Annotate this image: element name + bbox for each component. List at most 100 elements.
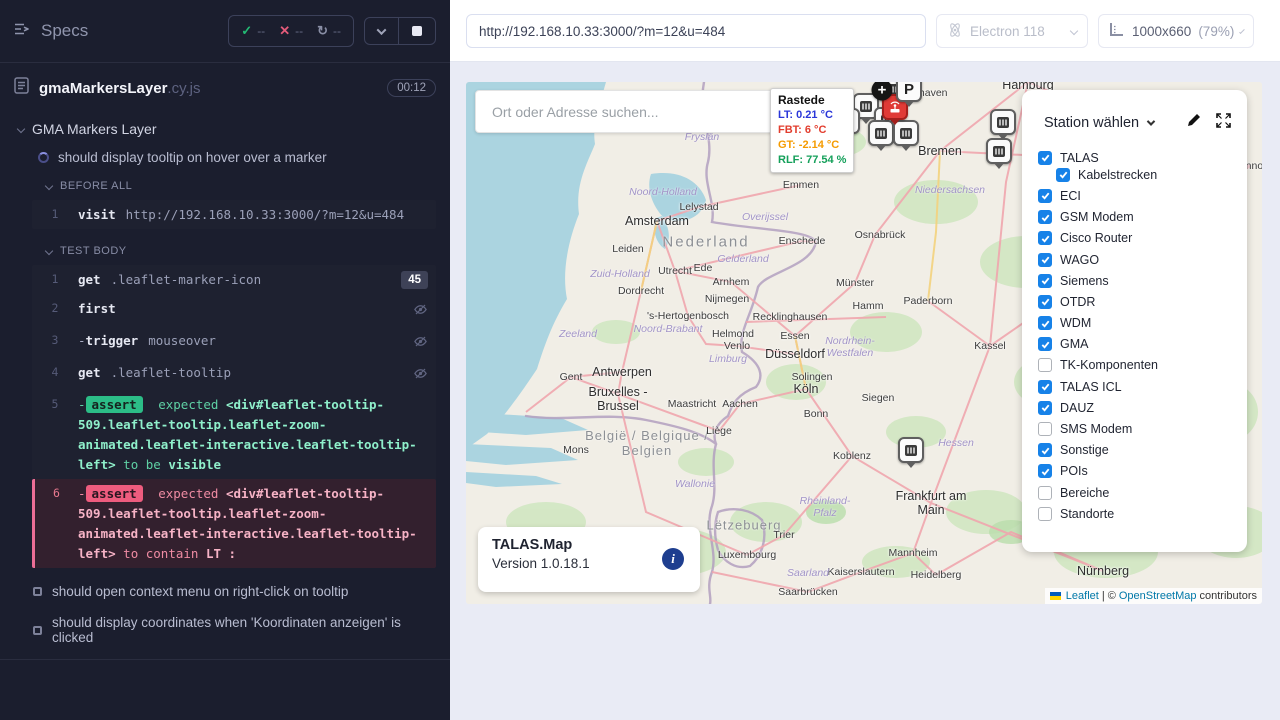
checkbox-label: Kabelstrecken (1078, 168, 1157, 182)
spec-row[interactable]: gmaMarkersLayer.cy.js 00:12 (0, 63, 450, 111)
command-row[interactable]: 2first (32, 294, 436, 326)
station-marker[interactable] (898, 437, 924, 463)
layer-checkbox-row[interactable]: WDM (1036, 313, 1233, 334)
layer-checkbox-row[interactable]: Cisco Router (1036, 228, 1233, 249)
checkbox[interactable] (1038, 443, 1052, 457)
hidden-element-icon (413, 330, 428, 354)
checkbox-label: ECI (1060, 189, 1081, 203)
layer-checkbox-row[interactable]: GSM Modem (1036, 207, 1233, 228)
collapse-all-button[interactable] (365, 18, 398, 44)
active-test-row[interactable]: should display tooltip on hover over a m… (0, 143, 450, 172)
checkbox[interactable] (1038, 295, 1052, 309)
command-text: -assert expected <div#leaflet-tooltip-50… (78, 394, 428, 475)
map-search[interactable] (475, 90, 775, 133)
spec-duration-badge: 00:12 (387, 79, 436, 97)
command-text: visithttp://192.168.10.33:3000/?m=12&u=4… (78, 204, 428, 225)
spec-file-icon (14, 77, 29, 99)
pending-test-icon (33, 587, 42, 596)
viewport-selector[interactable]: 1000x660 (79%) (1098, 14, 1254, 48)
checkbox[interactable] (1038, 358, 1052, 372)
app-title: TALAS.Map (492, 537, 686, 553)
layer-checkbox-row[interactable]: DAUZ (1036, 397, 1233, 418)
command-number: 3 (32, 330, 78, 347)
checkbox-label: WAGO (1060, 253, 1099, 267)
station-marker[interactable] (990, 109, 1016, 135)
checkbox-label: Bereiche (1060, 486, 1109, 500)
layer-checkbox-row[interactable]: TALAS ICL (1036, 376, 1233, 397)
leaflet-link[interactable]: Leaflet (1066, 590, 1099, 602)
checkbox[interactable] (1038, 507, 1052, 521)
layer-checkbox-row[interactable]: Standorte (1036, 503, 1233, 524)
edit-icon[interactable] (1186, 112, 1202, 133)
test-body-header[interactable]: TEST BODY (0, 237, 450, 263)
specs-menu-icon[interactable] (14, 21, 31, 41)
command-row[interactable]: 5-assert expected <div#leaflet-tooltip-5… (32, 390, 436, 479)
osm-link[interactable]: OpenStreetMap (1119, 590, 1197, 602)
chevron-down-icon (1239, 28, 1244, 33)
pending-test-row[interactable]: should open context menu on right-click … (0, 576, 450, 607)
checkbox[interactable] (1038, 486, 1052, 500)
layer-checkbox-row[interactable]: OTDR (1036, 291, 1233, 312)
checkbox-label: TALAS (1060, 151, 1099, 165)
specs-title[interactable]: Specs (41, 21, 88, 41)
layer-checkbox-row[interactable]: ECI (1036, 185, 1233, 206)
layer-checkbox-row[interactable]: POIs (1036, 461, 1233, 482)
reporter-header: Specs ✓-- ✕-- ↻-- (0, 0, 450, 63)
search-input[interactable] (492, 104, 758, 120)
command-row[interactable]: 6-assert expected <div#leaflet-tooltip-5… (32, 479, 436, 568)
layer-checkbox-row[interactable]: Siemens (1036, 270, 1233, 291)
station-marker[interactable] (986, 138, 1012, 164)
command-number: 6 (35, 483, 78, 500)
stat-failed: ✕-- (279, 23, 303, 39)
command-row[interactable]: 4get.leaflet-tooltip (32, 358, 436, 390)
command-row[interactable]: 1get.leaflet-marker-icon45 (32, 265, 436, 294)
station-select[interactable]: Station wählen (1044, 115, 1154, 131)
fullscreen-icon[interactable] (1216, 113, 1231, 133)
checkbox[interactable] (1038, 189, 1052, 203)
checkbox[interactable] (1038, 231, 1052, 245)
info-icon[interactable]: i (662, 548, 684, 570)
parking-marker[interactable]: P (896, 82, 922, 102)
layer-checkbox-row[interactable]: WAGO (1036, 249, 1233, 270)
checkbox[interactable] (1038, 422, 1052, 436)
checkbox[interactable] (1038, 151, 1052, 165)
suite-row[interactable]: GMA Markers Layer (0, 111, 450, 143)
tooltip-value: LT: 0.21 °C (778, 108, 846, 123)
checkbox[interactable] (1038, 210, 1052, 224)
stop-icon (412, 26, 422, 36)
layer-checkbox-row[interactable]: SMS Modem (1036, 418, 1233, 439)
marker-tooltip[interactable]: Rastede LT: 0.21 °CFBT: 6 °CGT: -2.14 °C… (770, 88, 854, 173)
checkbox[interactable] (1038, 253, 1052, 267)
test-running-icon (38, 152, 49, 163)
checkbox-label: Standorte (1060, 507, 1114, 521)
checkbox[interactable] (1038, 380, 1052, 394)
command-row[interactable]: 3-triggermouseover (32, 326, 436, 358)
browser-name: Electron 118 (970, 24, 1045, 39)
command-text: first (78, 298, 413, 319)
browser-selector[interactable]: Electron 118 (936, 14, 1088, 48)
layer-checkbox-row[interactable]: Sonstige (1036, 440, 1233, 461)
stat-pending: ↻-- (317, 23, 341, 39)
layer-checkbox-row[interactable]: TK-Komponenten (1036, 355, 1233, 376)
checkbox-label: WDM (1060, 316, 1091, 330)
layer-checkbox-row[interactable]: GMA (1036, 334, 1233, 355)
tooltip-value: FBT: 6 °C (778, 123, 846, 138)
checkbox[interactable] (1056, 168, 1070, 182)
layer-checkbox-row[interactable]: Kabelstrecken (1036, 164, 1233, 185)
checkbox[interactable] (1038, 464, 1052, 478)
stop-run-button[interactable] (398, 18, 435, 44)
url-bar[interactable]: http://192.168.10.33:3000/?m=12&u=484 (466, 14, 926, 48)
tooltip-value: RLF: 77.54 % (778, 153, 846, 168)
layer-checkbox-row[interactable]: Bereiche (1036, 482, 1233, 503)
chevron-down-icon (45, 247, 53, 255)
checkbox[interactable] (1038, 316, 1052, 330)
app-version: Version 1.0.18.1 (492, 556, 686, 571)
map-canvas[interactable]: AmsterdamNederlandAntwerpenBruxelles - B… (466, 82, 1262, 604)
before-all-header[interactable]: BEFORE ALL (0, 172, 450, 198)
checkbox[interactable] (1038, 337, 1052, 351)
pending-test-row[interactable]: should display coordinates when 'Koordin… (0, 607, 450, 653)
command-row[interactable]: 1visithttp://192.168.10.33:3000/?m=12&u=… (32, 200, 436, 229)
suite-title: GMA Markers Layer (32, 121, 156, 137)
checkbox[interactable] (1038, 274, 1052, 288)
checkbox[interactable] (1038, 401, 1052, 415)
